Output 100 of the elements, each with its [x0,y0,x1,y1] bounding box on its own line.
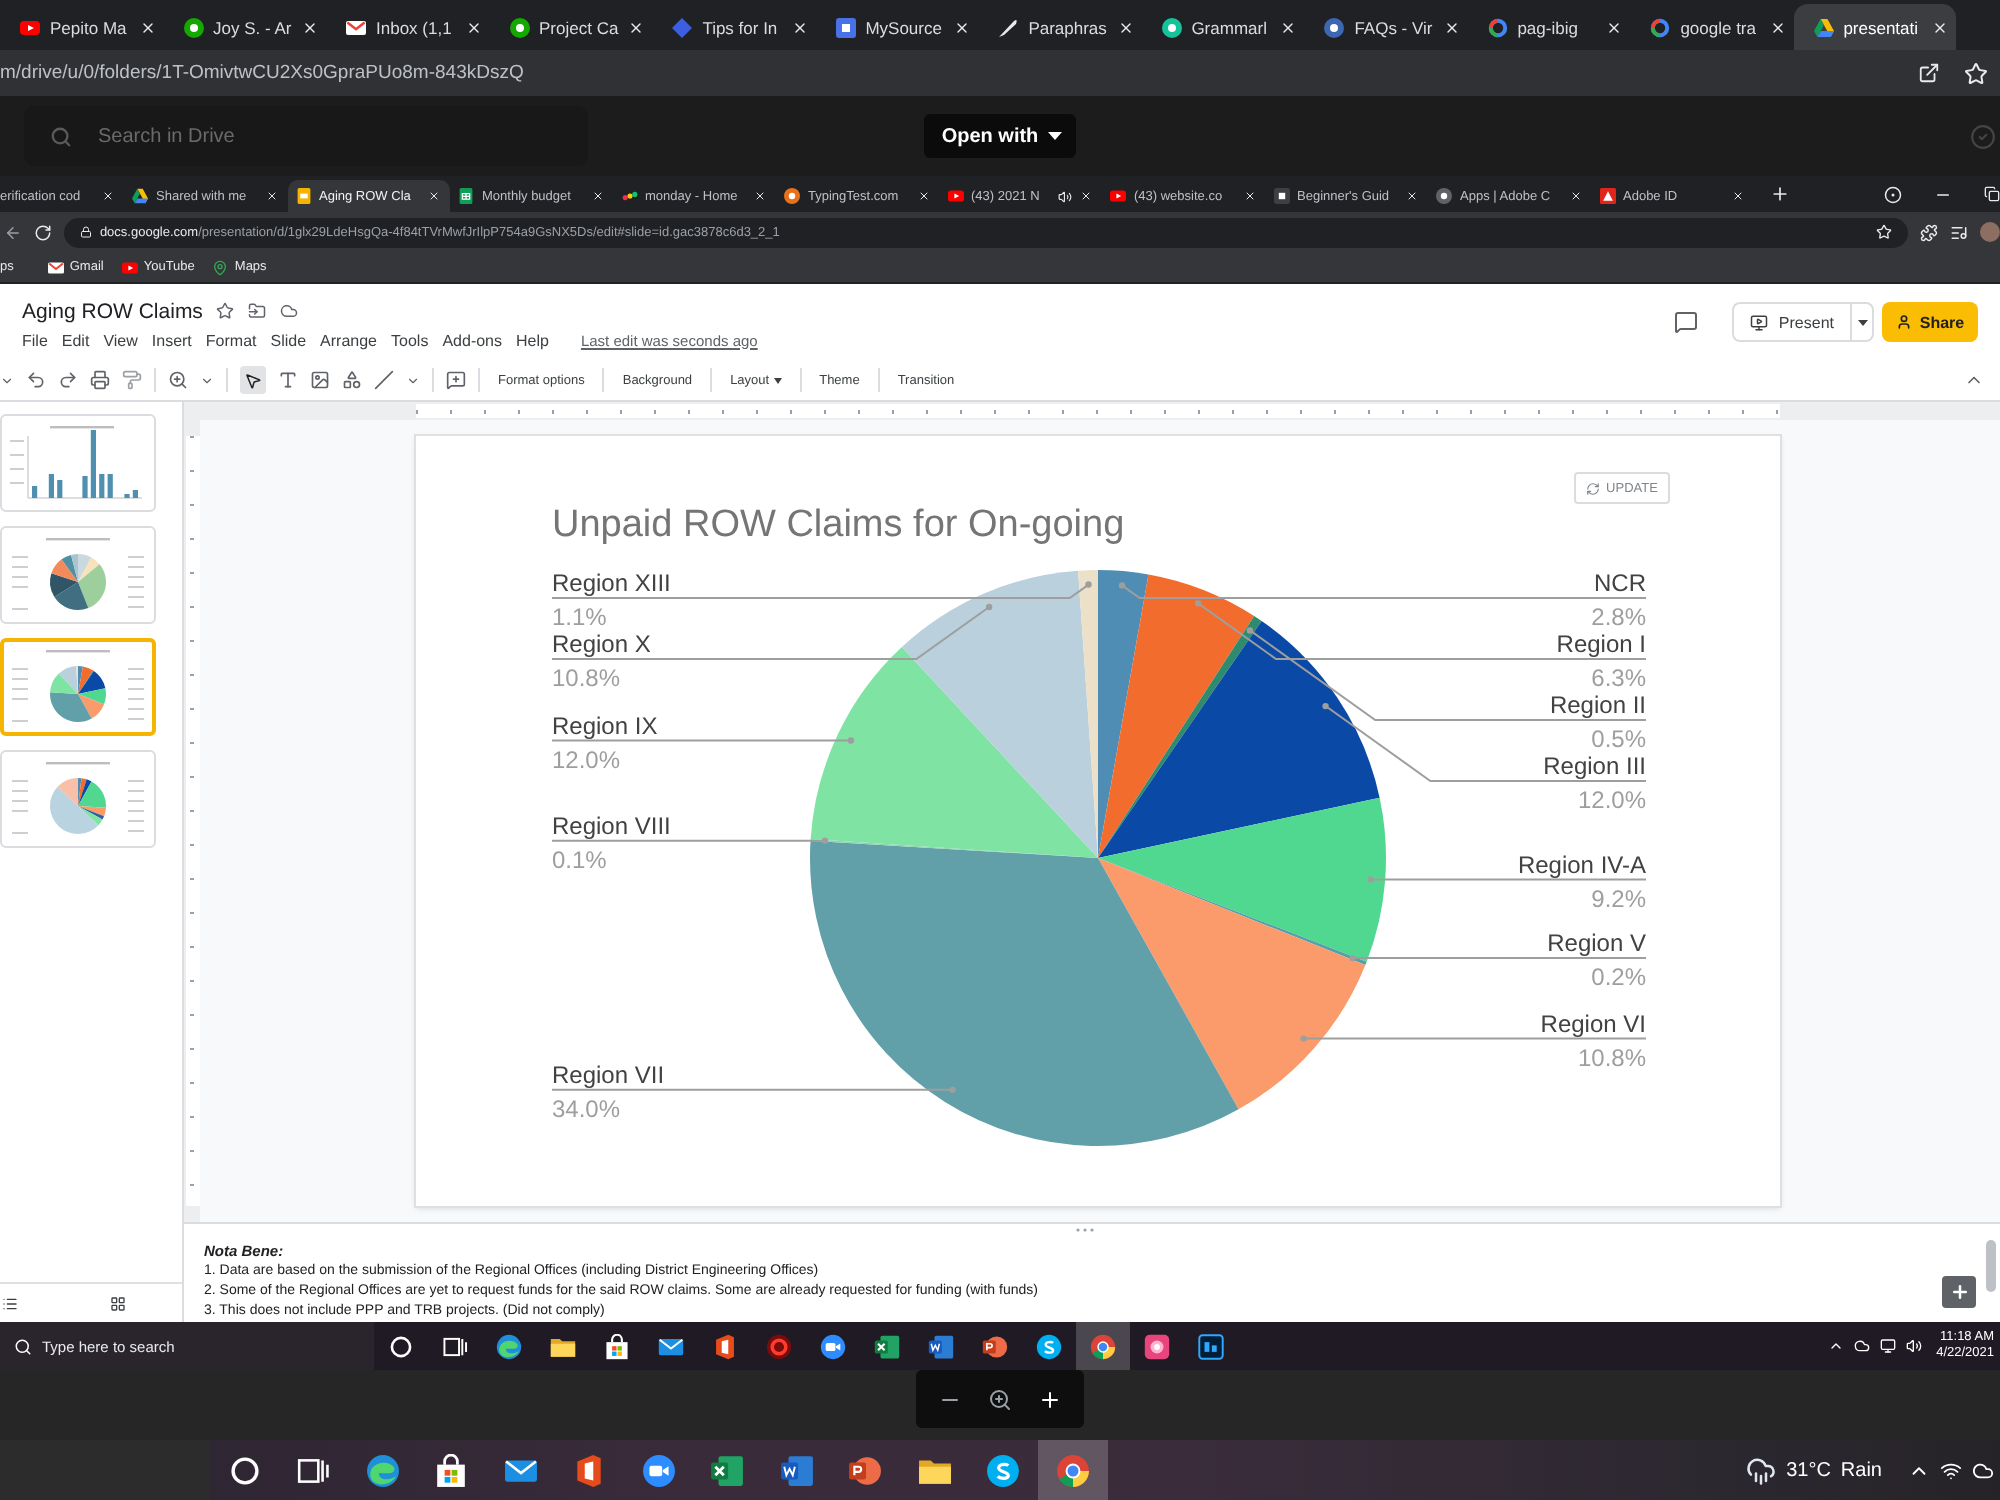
browser-tab[interactable]: google tra [1630,4,1794,50]
print-icon[interactable] [90,370,110,390]
close-icon[interactable] [1080,190,1092,202]
add-comment-icon[interactable] [446,370,466,390]
wifi-icon[interactable] [1940,1459,1962,1481]
close-icon[interactable] [954,19,971,35]
pointer-tool-button[interactable] [240,366,266,394]
close-icon[interactable] [139,19,155,35]
close-icon[interactable] [1280,19,1297,35]
chart-label: Region VII [552,1060,665,1089]
menu-item[interactable]: Help [516,331,549,349]
browser-tab[interactable]: Joy S. - Ar [163,4,326,50]
zoom-in-icon[interactable] [1038,1387,1063,1411]
share-button[interactable]: Share [1882,302,1978,342]
close-icon[interactable] [1117,19,1134,35]
menu-item[interactable]: Edit [61,331,90,349]
caret-icon[interactable] [0,373,14,387]
zoom-icon[interactable] [168,370,188,390]
folder-arrow-icon[interactable] [248,302,267,320]
browser-tab[interactable]: Project Ca [489,4,653,50]
close-icon[interactable] [1732,190,1744,202]
drag-handle-icon[interactable] [1076,1228,1094,1232]
close-icon[interactable] [1406,190,1418,202]
image-icon[interactable] [310,370,330,390]
menu-item[interactable]: View [103,331,138,349]
line-icon[interactable] [374,370,394,390]
menu-item[interactable]: Tools [391,331,429,349]
new-tab-icon[interactable] [1770,184,1790,204]
add-button[interactable] [1942,1276,1976,1308]
close-icon[interactable] [265,190,277,202]
browser-tab[interactable]: presentati [1793,4,1957,50]
monitor-icon[interactable] [1880,1338,1897,1354]
present-button[interactable]: Present [1732,302,1850,342]
chart-value-label: 9.2% [1591,884,1646,913]
menu-item[interactable]: Format [205,331,257,349]
circle-logo-icon [986,1453,1021,1487]
circle-dot-icon[interactable] [1884,185,1902,203]
redo-icon[interactable] [58,370,78,390]
reload-icon[interactable] [33,223,52,241]
external-link-icon[interactable] [1918,62,1940,84]
puzzle-icon[interactable] [1920,223,1939,241]
close-icon[interactable] [917,190,929,202]
zoom-icon[interactable] [987,1387,1012,1411]
close-icon[interactable] [465,19,481,35]
slide-thumbnail[interactable] [0,750,156,848]
browser-tab[interactable]: pag-ibig [1467,4,1631,50]
close-icon[interactable] [1769,19,1786,35]
speaker-icon[interactable] [1906,1338,1923,1354]
paint-roller-icon[interactable] [122,370,142,390]
speaker-notes[interactable] [184,1222,2000,1322]
ring-icon [388,1333,414,1359]
menu-item[interactable]: Add-ons [442,331,502,349]
browser-tab[interactable]: Paraphras [978,4,1142,50]
close-icon[interactable] [302,19,318,35]
browser-tab[interactable]: Inbox (1,1 [326,4,489,50]
menu-item[interactable]: Arrange [320,331,378,349]
menu-item[interactable]: Slide [270,331,307,349]
document-title[interactable]: Aging ROW Claims [22,299,203,323]
check-circle-icon[interactable] [1970,123,1996,149]
close-icon[interactable] [1443,19,1460,35]
caret-icon[interactable] [200,373,214,387]
close-icon[interactable] [102,190,114,202]
slide-thumbnail[interactable] [0,638,156,736]
avatar-icon[interactable] [1980,222,2000,242]
close-icon[interactable] [628,19,645,35]
chevron-up-icon[interactable] [1828,1338,1845,1354]
close-icon[interactable] [591,190,603,202]
close-icon[interactable] [428,190,440,202]
list-view-icon[interactable] [2,1295,18,1311]
present-options-button[interactable] [1850,302,1874,342]
close-icon[interactable] [754,190,766,202]
text-icon[interactable] [278,370,298,390]
browser-tab[interactable]: Tips for In [652,4,816,50]
grid-view-icon[interactable] [110,1295,126,1311]
close-icon[interactable] [791,19,808,35]
restore-icon[interactable] [1984,186,2000,202]
menu-item[interactable]: File [22,331,48,349]
shapes-icon[interactable] [342,370,362,390]
close-icon[interactable] [1243,190,1255,202]
scrollbar[interactable] [1986,1240,1996,1292]
star-icon[interactable] [216,302,235,320]
close-icon[interactable] [1569,190,1581,202]
caret-icon[interactable] [406,373,420,387]
browser-tab[interactable]: FAQs - Vir [1304,4,1468,50]
menu-item[interactable]: Insert [151,331,192,349]
media-list-icon[interactable] [1950,223,1969,241]
slide-thumbnail[interactable] [0,414,156,512]
back-icon[interactable] [4,223,22,241]
browser-tab[interactable]: MySource [815,4,979,50]
chart-value-label: 0.2% [1591,963,1646,992]
open-with-button[interactable]: Open with [923,114,1077,158]
slide-thumbnail[interactable] [0,526,156,624]
browser-tab[interactable]: Grammarl [1141,4,1305,50]
close-icon[interactable] [1606,19,1623,35]
cloud-icon[interactable] [280,302,299,320]
taskbar-button[interactable] [1076,1322,1130,1370]
browser-tab[interactable]: Pepito Ma [0,4,163,50]
close-icon[interactable] [1932,19,1949,35]
comment-icon[interactable] [1674,310,1699,334]
undo-icon[interactable] [26,370,46,390]
